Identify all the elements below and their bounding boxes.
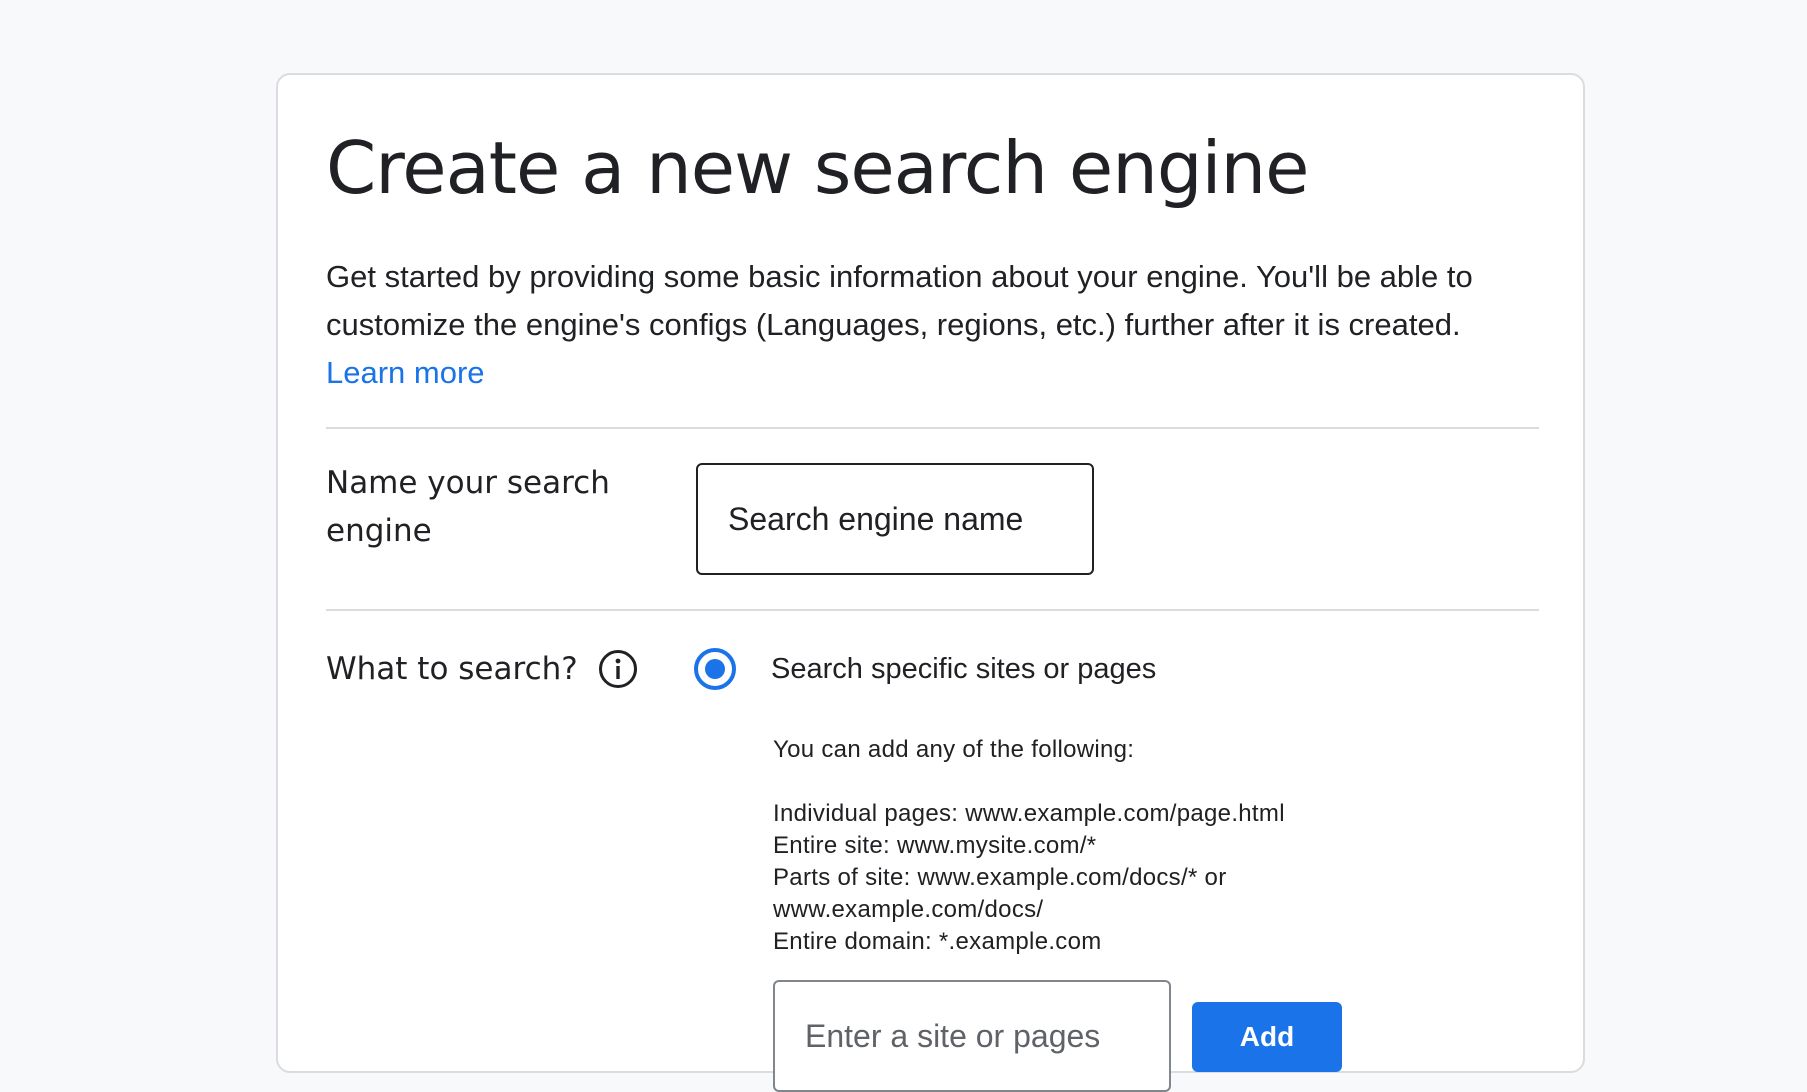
intro-text: Get started by providing some basic info… (326, 259, 1473, 342)
intro-text-block: Get started by providing some basic info… (326, 253, 1556, 397)
learn-more-link[interactable]: Learn more (326, 349, 1556, 397)
help-line: Individual pages: www.example.com/page.h… (773, 800, 1285, 827)
radio-selected-dot (705, 659, 725, 679)
info-icon[interactable] (598, 649, 638, 689)
search-specific-sites-radio[interactable] (694, 648, 736, 690)
help-line: Entire site: www.mysite.com/* (773, 832, 1097, 859)
name-engine-label-line1: Name your search (326, 465, 610, 501)
search-specific-sites-label[interactable]: Search specific sites or pages (771, 645, 1156, 693)
help-spacer (773, 766, 1285, 798)
help-line: Parts of site: www.example.com/docs/* or (773, 864, 1227, 891)
divider (326, 609, 1539, 611)
add-site-button[interactable]: Add (1192, 1002, 1342, 1072)
site-format-help: You can add any of the following: Indivi… (773, 734, 1285, 958)
help-line: www.example.com/docs/ (773, 896, 1044, 923)
create-engine-card: Create a new search engine Get started b… (276, 73, 1585, 1092)
what-to-search-label: What to search? (326, 651, 578, 687)
name-engine-label: Name your search engine (326, 459, 610, 555)
divider (326, 427, 1539, 429)
help-line: Entire domain: *.example.com (773, 928, 1102, 955)
help-heading: You can add any of the following: (773, 736, 1135, 763)
site-or-pages-input[interactable] (773, 980, 1171, 1092)
search-engine-name-input[interactable] (696, 463, 1094, 575)
name-engine-label-line2: engine (326, 513, 432, 549)
page-title: Create a new search engine (326, 126, 1309, 210)
